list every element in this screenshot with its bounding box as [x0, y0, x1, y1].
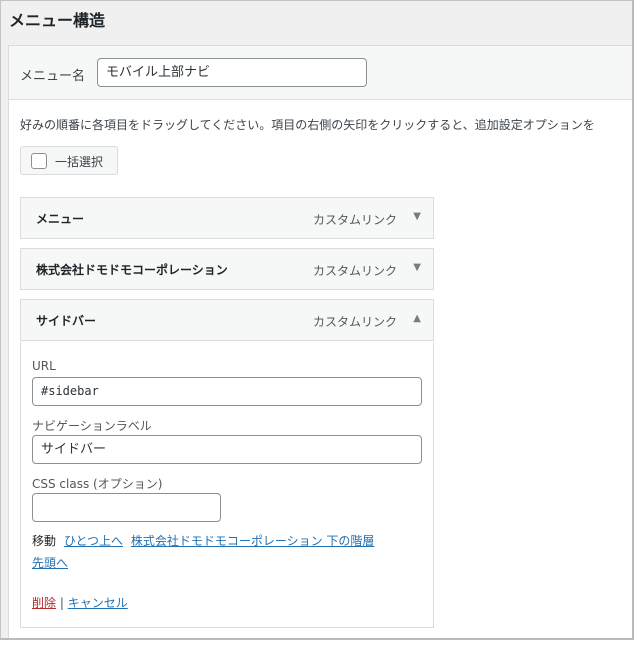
cancel-link[interactable]: キャンセル	[68, 596, 128, 610]
page-title: メニュー構造	[9, 11, 106, 30]
navigation-label-label: ナビゲーションラベル	[32, 419, 152, 433]
navigation-label-input[interactable]: サイドバー	[32, 435, 422, 464]
bulk-select-label: 一括選択	[55, 155, 104, 169]
bulk-select-button[interactable]: 一括選択	[20, 146, 118, 175]
css-class-input[interactable]	[32, 493, 221, 522]
url-label: URL	[32, 359, 56, 373]
menu-item-title: サイドバー	[36, 314, 97, 328]
menu-item-menu[interactable]: メニュー カスタムリンク ▼	[20, 197, 434, 239]
menu-item-settings: URL #sidebar ナビゲーションラベル サイドバー CSS class …	[20, 342, 434, 628]
bulk-select-checkbox[interactable]	[31, 153, 47, 169]
menu-item-sidebar[interactable]: サイドバー カスタムリンク ▲	[20, 299, 434, 341]
expand-arrow-icon[interactable]: ▼	[413, 211, 421, 222]
expand-arrow-icon[interactable]: ▼	[413, 262, 421, 273]
instructions-text: 好みの順番に各項目をドラッグしてください。項目の右側の矢印をクリックすると、追加…	[20, 118, 595, 132]
move-under-link[interactable]: 株式会社ドモドモコーポレーション 下の階層	[131, 534, 375, 548]
item-actions: 削除 | キャンセル	[32, 594, 128, 611]
move-top-link[interactable]: 先頭へ	[32, 556, 68, 570]
css-class-label: CSS class (オプション)	[32, 477, 163, 491]
move-row: 移動 ひとつ上へ 株式会社ドモドモコーポレーション 下の階層	[32, 532, 374, 549]
actions-separator: |	[59, 596, 64, 610]
menu-item-title: メニュー	[36, 212, 85, 226]
window-frame: メニュー構造 メニュー名 モバイル上部ナビ 好みの順番に各項目をドラッグしてくだ…	[0, 0, 634, 640]
menu-item-title: 株式会社ドモドモコーポレーション	[36, 263, 228, 277]
menu-name-label: メニュー名	[20, 69, 86, 84]
menu-item-type: カスタムリンク	[312, 213, 397, 227]
menu-name-input[interactable]: モバイル上部ナビ	[97, 58, 367, 87]
delete-link[interactable]: 削除	[32, 596, 56, 610]
move-top-row: 先頭へ	[32, 554, 68, 571]
move-label: 移動	[32, 534, 57, 548]
collapse-arrow-icon[interactable]: ▲	[413, 313, 421, 324]
url-input[interactable]: #sidebar	[32, 377, 422, 406]
menu-name-bar: メニュー名 モバイル上部ナビ	[9, 46, 632, 100]
menu-item-type: カスタムリンク	[312, 315, 397, 329]
move-up-link[interactable]: ひとつ上へ	[64, 534, 123, 548]
menu-item-type: カスタムリンク	[312, 264, 397, 278]
menu-structure-panel: メニュー名 モバイル上部ナビ 好みの順番に各項目をドラッグしてください。項目の右…	[8, 45, 632, 638]
menu-item-company[interactable]: 株式会社ドモドモコーポレーション カスタムリンク ▼	[20, 248, 434, 290]
